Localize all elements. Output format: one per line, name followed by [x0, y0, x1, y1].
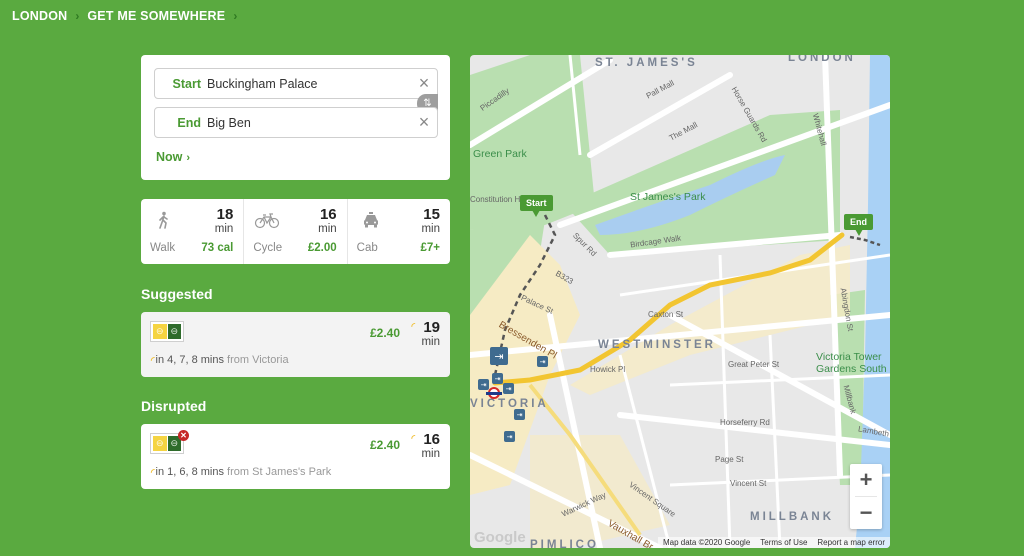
- journey-unit: min: [421, 448, 440, 460]
- journey-time: 16: [423, 431, 440, 448]
- chevron-right-icon: ›: [75, 9, 80, 23]
- disrupted-journey[interactable]: ⊖ ⊖ ✕ £2.40 ◜ 16 min ◜in 1, 6, 8 mins fr…: [141, 424, 450, 489]
- map-label-gardens-south: Gardens South: [816, 363, 887, 375]
- end-field[interactable]: End ×: [154, 107, 438, 138]
- cab-time: 15: [423, 206, 440, 223]
- map-label-st-james: ST. JAMES'S: [595, 57, 698, 69]
- map-label-victoria: VICTORIA: [470, 398, 549, 410]
- mode-cycle[interactable]: 16 min Cycle £2.00: [244, 199, 348, 264]
- live-signal-icon: ◜: [411, 433, 416, 443]
- walk-unit: min: [214, 223, 234, 235]
- disruption-x-icon: ✕: [178, 430, 189, 441]
- map-label-howick: Howick Pl: [590, 365, 626, 374]
- cycle-unit: min: [318, 223, 337, 235]
- map-label-pimlico: PIMLICO: [530, 539, 599, 548]
- station-entrance-icon[interactable]: ⇥: [492, 373, 503, 384]
- circle-line-icon: ⊖: [153, 436, 167, 451]
- mode-walk[interactable]: 18 min Walk 73 cal: [141, 199, 245, 264]
- journey-unit: min: [421, 336, 440, 348]
- next-departures: ◜in 4, 7, 8 mins from Victoria: [151, 354, 289, 366]
- tube-station-icon[interactable]: [486, 387, 502, 399]
- map-data-attribution[interactable]: Map data ©2020 Google: [658, 537, 755, 548]
- clear-end-icon[interactable]: ×: [411, 112, 437, 133]
- start-label: Start: [172, 76, 201, 91]
- map-footer: Map data ©2020 Google Terms of Use Repor…: [657, 537, 890, 548]
- route-map[interactable]: ST. JAMES'S LONDON Green Park St James's…: [470, 55, 890, 548]
- travel-modes-card: 18 min Walk 73 cal 16 min Cycle £2.00 15…: [141, 199, 450, 264]
- cab-price: £7+: [420, 242, 440, 254]
- station-entrance-icon[interactable]: ⇥: [503, 383, 514, 394]
- terms-of-use-link[interactable]: Terms of Use: [755, 537, 812, 548]
- live-signal-icon: ◜: [151, 355, 155, 365]
- map-label-horseferry: Horseferry Rd: [720, 418, 770, 427]
- departure-time-label: Now: [156, 150, 183, 164]
- station-entrance-icon[interactable]: ⇥: [514, 409, 525, 420]
- map-label-great-peter: Great Peter St: [728, 360, 780, 369]
- map-label-constitution: Constitution Hill: [470, 195, 526, 204]
- google-logo[interactable]: Google: [474, 529, 526, 546]
- map-label-vincent-st: Vincent St: [730, 479, 767, 488]
- district-line-icon: ⊖: [167, 324, 181, 339]
- walk-time: 18: [216, 206, 234, 223]
- cab-label: Cab: [356, 242, 378, 254]
- suggested-heading: Suggested: [141, 286, 213, 302]
- station-entrance-icon[interactable]: ⇥: [504, 431, 515, 442]
- zoom-in-button[interactable]: +: [850, 464, 882, 496]
- station-entrance-icon[interactable]: ⇥: [490, 347, 508, 365]
- breadcrumb-get-me-somewhere[interactable]: GET ME SOMEWHERE: [87, 9, 225, 23]
- map-zoom-control: + −: [850, 464, 882, 529]
- end-pin[interactable]: End: [844, 214, 873, 236]
- start-input[interactable]: [207, 76, 411, 91]
- walk-label: Walk: [150, 242, 176, 254]
- map-label-caxton: Caxton St: [648, 310, 684, 319]
- breadcrumb-london[interactable]: LONDON: [12, 9, 67, 23]
- walk-calories: 73 cal: [201, 242, 234, 254]
- cycle-time: 16: [319, 206, 337, 223]
- mode-cab[interactable]: 15 min Cab £7+: [348, 199, 450, 264]
- station-entrance-icon[interactable]: ⇥: [537, 356, 548, 367]
- departure-station: from Victoria: [227, 354, 289, 366]
- map-label-london: LONDON: [788, 55, 856, 64]
- live-signal-icon: ◜: [411, 321, 416, 331]
- chevron-right-icon: ›: [186, 152, 191, 164]
- map-label-millbank: MILLBANK: [750, 511, 835, 523]
- journey-time: 19: [423, 319, 440, 336]
- departure-station: from St James's Park: [227, 466, 332, 478]
- report-map-error-link[interactable]: Report a map error: [812, 537, 890, 548]
- disrupted-heading: Disrupted: [141, 398, 207, 414]
- circle-line-icon: ⊖: [153, 324, 167, 339]
- cycle-price: £2.00: [307, 242, 337, 254]
- walk-icon: [159, 211, 168, 229]
- start-field[interactable]: Start ×: [154, 68, 438, 99]
- journey-price: £2.40: [369, 326, 400, 340]
- chevron-right-icon: ›: [233, 9, 238, 23]
- zoom-out-button[interactable]: −: [850, 497, 882, 529]
- bicycle-icon: [255, 213, 280, 229]
- departure-times: in 1, 6, 8 mins: [155, 466, 224, 478]
- clear-start-icon[interactable]: ×: [411, 73, 437, 94]
- station-entrance-icon[interactable]: ⇥: [478, 379, 489, 390]
- journey-price: £2.40: [369, 438, 400, 452]
- next-departures: ◜in 1, 6, 8 mins from St James's Park: [151, 466, 331, 478]
- route-planner-card: Start × ⇅ End × Now›: [141, 55, 450, 180]
- end-input[interactable]: [207, 115, 411, 130]
- map-label-st-james-park: St James's Park: [630, 191, 706, 203]
- map-label-page-st: Page St: [715, 455, 744, 464]
- departure-times: in 4, 7, 8 mins: [155, 354, 224, 366]
- map-label-victoria-tower: Victoria Tower: [816, 351, 882, 363]
- map-label-green-park: Green Park: [473, 148, 527, 160]
- taxi-icon: [363, 212, 378, 228]
- cab-unit: min: [421, 223, 440, 235]
- map-label-westminster: WESTMINSTER: [598, 339, 716, 351]
- departure-time-button[interactable]: Now ›: [156, 150, 190, 164]
- end-label: End: [177, 115, 201, 130]
- tube-lines-badge: ⊖ ⊖: [150, 321, 184, 342]
- breadcrumb: LONDON › GET ME SOMEWHERE ›: [12, 9, 237, 23]
- cycle-label: Cycle: [253, 242, 283, 254]
- start-pin[interactable]: Start: [520, 195, 553, 217]
- suggested-journey[interactable]: ⊖ ⊖ £2.40 ◜ 19 min ◜in 4, 7, 8 mins from…: [141, 312, 450, 377]
- live-signal-icon: ◜: [151, 467, 155, 477]
